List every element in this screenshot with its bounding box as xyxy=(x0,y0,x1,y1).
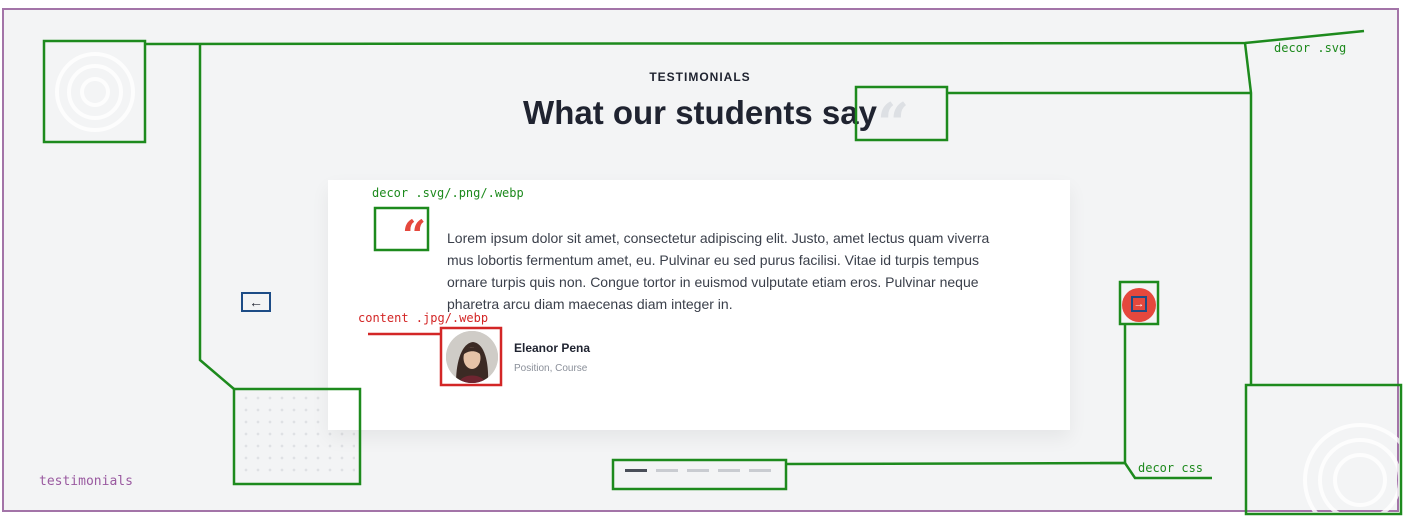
author-name: Eleanor Pena xyxy=(514,341,591,355)
author-role: Position, Course xyxy=(514,363,588,374)
testimonials-section-mockup: TESTIMONIALS What our students say “ “ L… xyxy=(0,0,1407,521)
section-heading: What our students say xyxy=(523,94,877,131)
concentric-rings-icon-bottom-right xyxy=(1303,423,1407,521)
annotation-label: content .jpg/.webp xyxy=(358,311,489,325)
quote-icon: “ xyxy=(402,211,427,260)
pager-dot[interactable] xyxy=(625,469,647,472)
pager-dot[interactable] xyxy=(749,469,771,472)
section-eyebrow: TESTIMONIALS xyxy=(649,70,751,84)
annotation-label: decor .svg/.png/.webp xyxy=(372,186,524,200)
pager-dot[interactable] xyxy=(687,469,709,472)
prev-slide-button[interactable]: ← xyxy=(241,292,271,312)
avatar-portrait xyxy=(446,331,498,383)
testimonial-text: Lorem ipsum dolor sit amet, consectetur … xyxy=(447,230,990,312)
quote-icon-decor: “ xyxy=(877,91,910,157)
avatar xyxy=(446,331,498,383)
pager-dot[interactable] xyxy=(718,469,740,472)
pager-dot[interactable] xyxy=(656,469,678,472)
arrow-left-icon: ← xyxy=(249,293,263,310)
next-slide-button[interactable]: → xyxy=(1122,288,1156,322)
section-label: testimonials xyxy=(39,474,133,489)
arrow-right-icon: → xyxy=(1131,296,1147,312)
annotation-label: decor css xyxy=(1138,461,1204,475)
annotation-label: decor .svg xyxy=(1274,41,1347,55)
